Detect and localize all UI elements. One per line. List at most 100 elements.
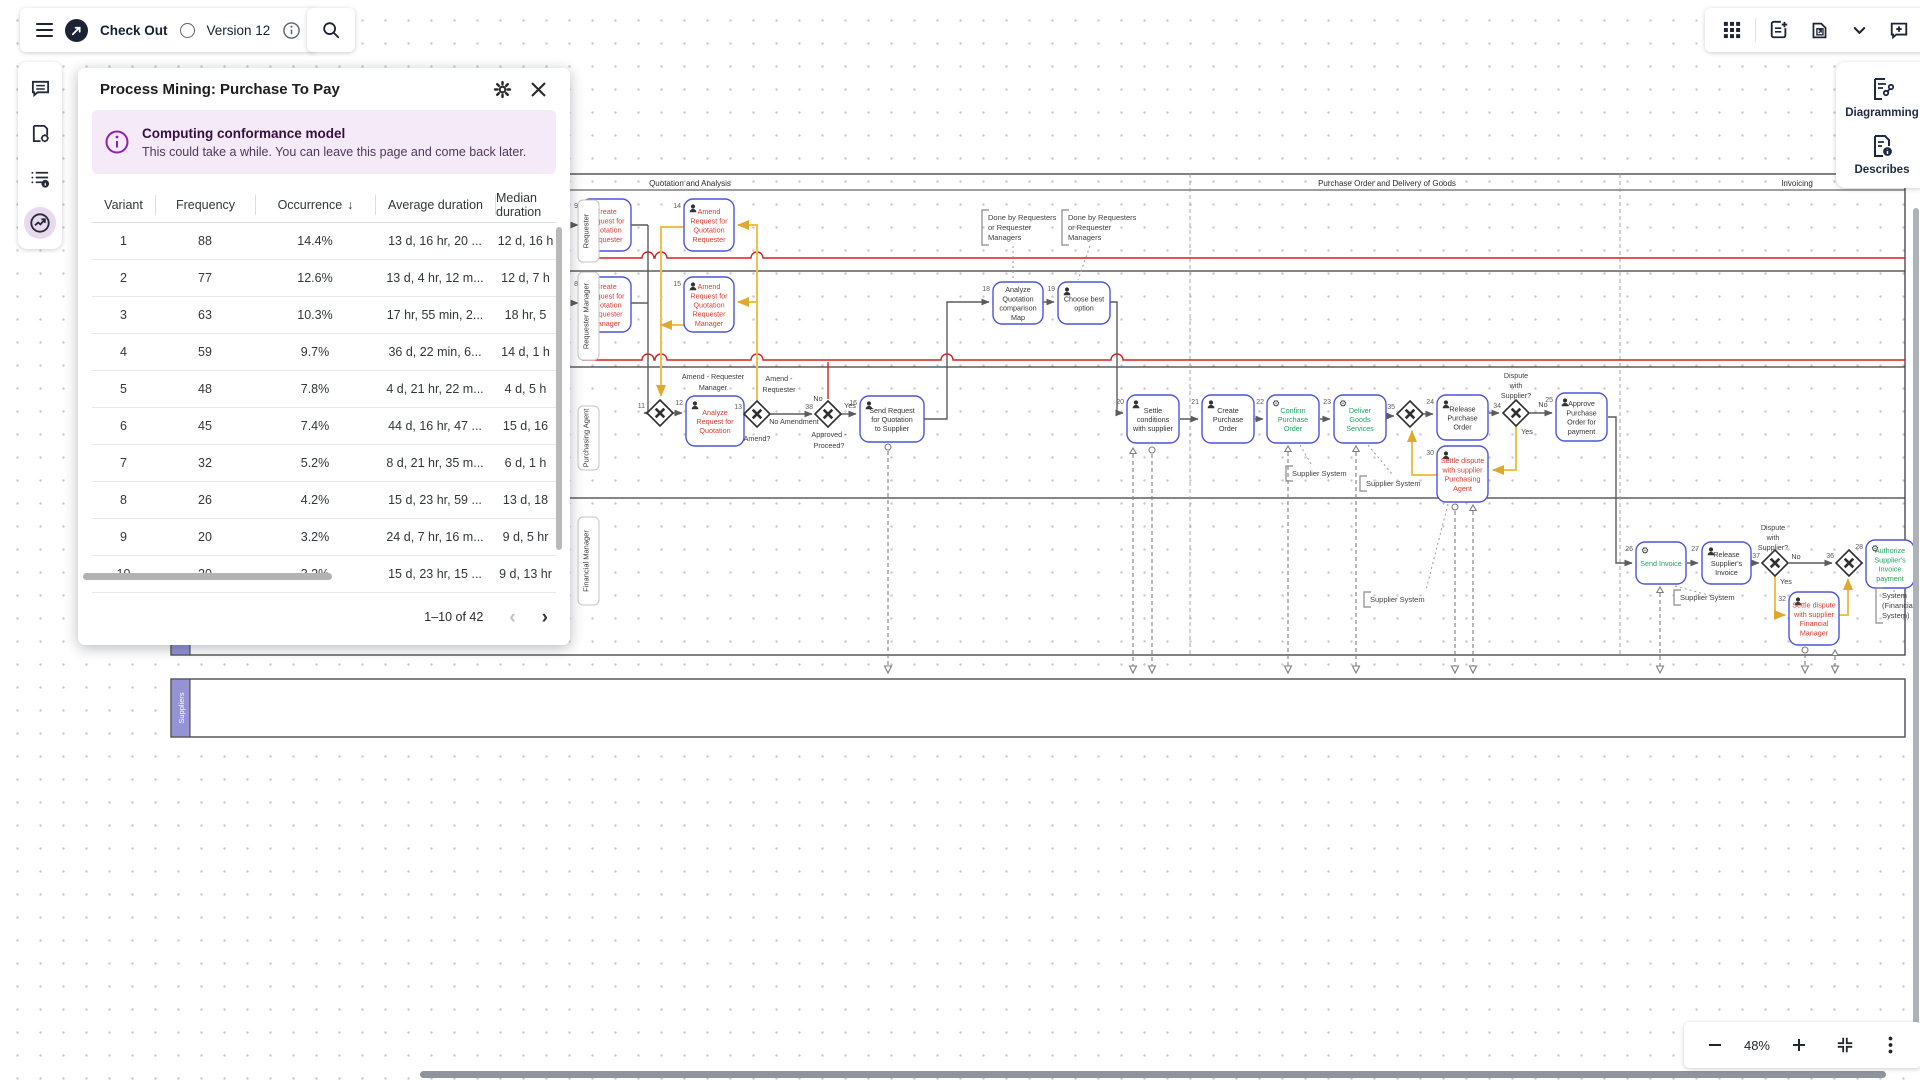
- describes-button[interactable]: Describes: [1855, 133, 1910, 176]
- document-gear-icon[interactable]: [24, 117, 56, 149]
- table-cell: 48: [155, 382, 255, 396]
- previous-page-button[interactable]: ‹: [509, 608, 515, 627]
- task-number: 22: [1256, 399, 1264, 406]
- task-number: 32: [1778, 596, 1786, 603]
- variant-row-5[interactable]: 5487.8%4 d, 21 hr, 22 m...4 d, 5 h: [92, 371, 556, 408]
- zoom-in-icon[interactable]: [1782, 1028, 1816, 1062]
- variant-row-2[interactable]: 27712.6%13 d, 4 hr, 12 m...12 d, 7 h: [92, 260, 556, 297]
- comment-icon[interactable]: [24, 72, 56, 104]
- canvas-horizontal-scrollbar[interactable]: [420, 1071, 1886, 1078]
- lane-label-financial-manager[interactable]: Financial Manager: [578, 517, 599, 605]
- task-node-22[interactable]: 22⚙ConfirmPurchaseOrder: [1256, 395, 1319, 443]
- gear-task-icon: ⚙: [1272, 399, 1280, 409]
- edge-label: Supplier?: [1758, 543, 1788, 552]
- table-cell: 10.3%: [255, 308, 375, 322]
- checked-out-label[interactable]: Check Out: [100, 23, 168, 38]
- task-label: Invoice: [1715, 568, 1738, 577]
- lane-label-purchasing-agent[interactable]: Purchasing Agent: [578, 406, 599, 470]
- variant-row-1[interactable]: 18814.4%13 d, 16 hr, 20 ...12 d, 16 h: [92, 223, 556, 260]
- task-node-21[interactable]: 21CreatePurchaseOrder: [1191, 395, 1254, 443]
- zoom-out-icon[interactable]: [1698, 1028, 1732, 1062]
- menu-icon[interactable]: [36, 23, 53, 37]
- table-cell: 5.2%: [255, 456, 375, 470]
- top-right-toolbar: [1705, 8, 1920, 52]
- lane-label-requester-manager[interactable]: Requester Manager: [578, 272, 599, 360]
- column-header-frequency[interactable]: Frequency: [155, 195, 255, 215]
- table-cell: 2: [92, 271, 155, 285]
- canvas-vertical-scrollbar[interactable]: [1913, 208, 1919, 1040]
- task-node-25[interactable]: 25ApprovePurchaseOrder forpayment: [1545, 393, 1607, 441]
- document-export-icon[interactable]: [1802, 13, 1836, 47]
- task-node-26[interactable]: 26⚙Send Invoice: [1625, 542, 1686, 584]
- kebab-menu-icon[interactable]: [1874, 1028, 1908, 1062]
- task-node-19[interactable]: 19Choose bestoption: [1047, 282, 1110, 324]
- column-header-occurrence[interactable]: Occurrence↓: [255, 195, 375, 215]
- annotation-text: Managers: [988, 233, 1022, 242]
- comment-add-icon[interactable]: [1882, 13, 1916, 47]
- task-label: Agent: [1453, 484, 1472, 493]
- variant-row-8[interactable]: 8264.2%15 d, 23 hr, 59 ...13 d, 18: [92, 482, 556, 519]
- variant-row-4[interactable]: 4599.7%36 d, 22 min, 6...14 d, 1 h: [92, 334, 556, 371]
- table-cell: 59: [155, 345, 255, 359]
- table-horizontal-scrollbar[interactable]: [83, 573, 332, 580]
- task-node-18[interactable]: 18AnalyzeQuotationcomparisonMap: [982, 282, 1043, 324]
- process-mining-icon[interactable]: [24, 207, 56, 239]
- task-number: 28: [1855, 544, 1863, 551]
- list-info-icon[interactable]: [24, 162, 56, 194]
- fit-screen-icon[interactable]: [1828, 1028, 1862, 1062]
- table-cell: 15 d, 16: [495, 419, 556, 433]
- task-number: 24: [1426, 399, 1434, 406]
- task-label: Order for: [1567, 418, 1596, 427]
- table-cell: 13 d, 4 hr, 12 m...: [375, 271, 495, 285]
- task-label: Services: [1346, 424, 1374, 433]
- table-cell: 4.2%: [255, 493, 375, 507]
- gateway-11[interactable]: 11: [638, 400, 673, 426]
- lane-labels: Requester Requester Manager Purchasing Age…: [578, 200, 599, 605]
- next-page-button[interactable]: ›: [542, 608, 548, 627]
- gateway-35[interactable]: 35: [1387, 401, 1423, 427]
- diagramming-button[interactable]: Diagramming: [1845, 76, 1919, 119]
- table-cell: 13 d, 16 hr, 20 ...: [375, 234, 495, 248]
- column-header-average-duration[interactable]: Average duration: [375, 195, 495, 215]
- task-number: 21: [1191, 399, 1199, 406]
- lane-label-text: Requester: [582, 213, 591, 248]
- variant-row-7[interactable]: 7325.2%8 d, 21 hr, 35 m...6 d, 1 h: [92, 445, 556, 482]
- info-icon[interactable]: [282, 21, 301, 40]
- table-vertical-scrollbar[interactable]: [556, 227, 562, 550]
- task-node-16[interactable]: 16Send Requestfor Quotationto Supplier: [849, 396, 924, 442]
- task-node-32[interactable]: 32Settle disputewith supplierFinancialMa…: [1778, 592, 1839, 645]
- column-header-median-duration[interactable]: Median duration: [495, 195, 556, 215]
- banner-body: This could take a while. You can leave t…: [142, 145, 526, 159]
- search-button[interactable]: [307, 8, 355, 52]
- task-node-20[interactable]: 20Settleconditionswith supplier: [1116, 395, 1179, 443]
- edge-label: Dispute: [1761, 523, 1785, 532]
- grid-icon[interactable]: [1715, 13, 1749, 47]
- lane-label-requester[interactable]: Requester: [578, 200, 599, 262]
- note-add-icon[interactable]: [1762, 13, 1796, 47]
- table-cell: 88: [155, 234, 255, 248]
- close-icon[interactable]: [524, 75, 552, 103]
- version-label[interactable]: Version 12: [207, 23, 271, 38]
- diagramming-label: Diagramming: [1845, 107, 1919, 119]
- gateway-number: 35: [1387, 404, 1395, 411]
- table-cell: 5: [92, 382, 155, 396]
- task-label: Order: [1284, 424, 1303, 433]
- task-node-28[interactable]: 28⚙AuthorizeSupplier'sInvoicepayment: [1855, 540, 1914, 588]
- task-node-27[interactable]: 27ReleaseSupplier'sInvoice: [1691, 542, 1751, 584]
- column-header-variant[interactable]: Variant: [92, 195, 155, 215]
- edge-label: with: [1766, 533, 1780, 542]
- task-node-15[interactable]: 15AmendRequest forQuotationRequesterMana…: [673, 277, 734, 332]
- variant-row-3[interactable]: 36310.3%17 hr, 55 min, 2...18 hr, 5: [92, 297, 556, 334]
- table-cell: 1: [92, 234, 155, 248]
- gateway-number: 36: [1826, 553, 1834, 560]
- chevron-down-icon[interactable]: [1842, 13, 1876, 47]
- gateway-number: 11: [638, 403, 645, 410]
- task-node-24[interactable]: 24ReleasePurchaseOrder: [1426, 395, 1488, 440]
- task-node-14[interactable]: 14AmendRequest forQuotationRequester: [673, 199, 734, 251]
- edge-label: No Amendment: [769, 417, 819, 426]
- table-cell: 4: [92, 345, 155, 359]
- variant-row-6[interactable]: 6457.4%44 d, 16 hr, 47 ...15 d, 16: [92, 408, 556, 445]
- task-node-23[interactable]: 23⚙DeliverGoodsServices: [1323, 395, 1386, 443]
- variant-row-9[interactable]: 9203.2%24 d, 7 hr, 16 m...9 d, 5 hr: [92, 519, 556, 556]
- gear-icon[interactable]: [488, 75, 516, 103]
